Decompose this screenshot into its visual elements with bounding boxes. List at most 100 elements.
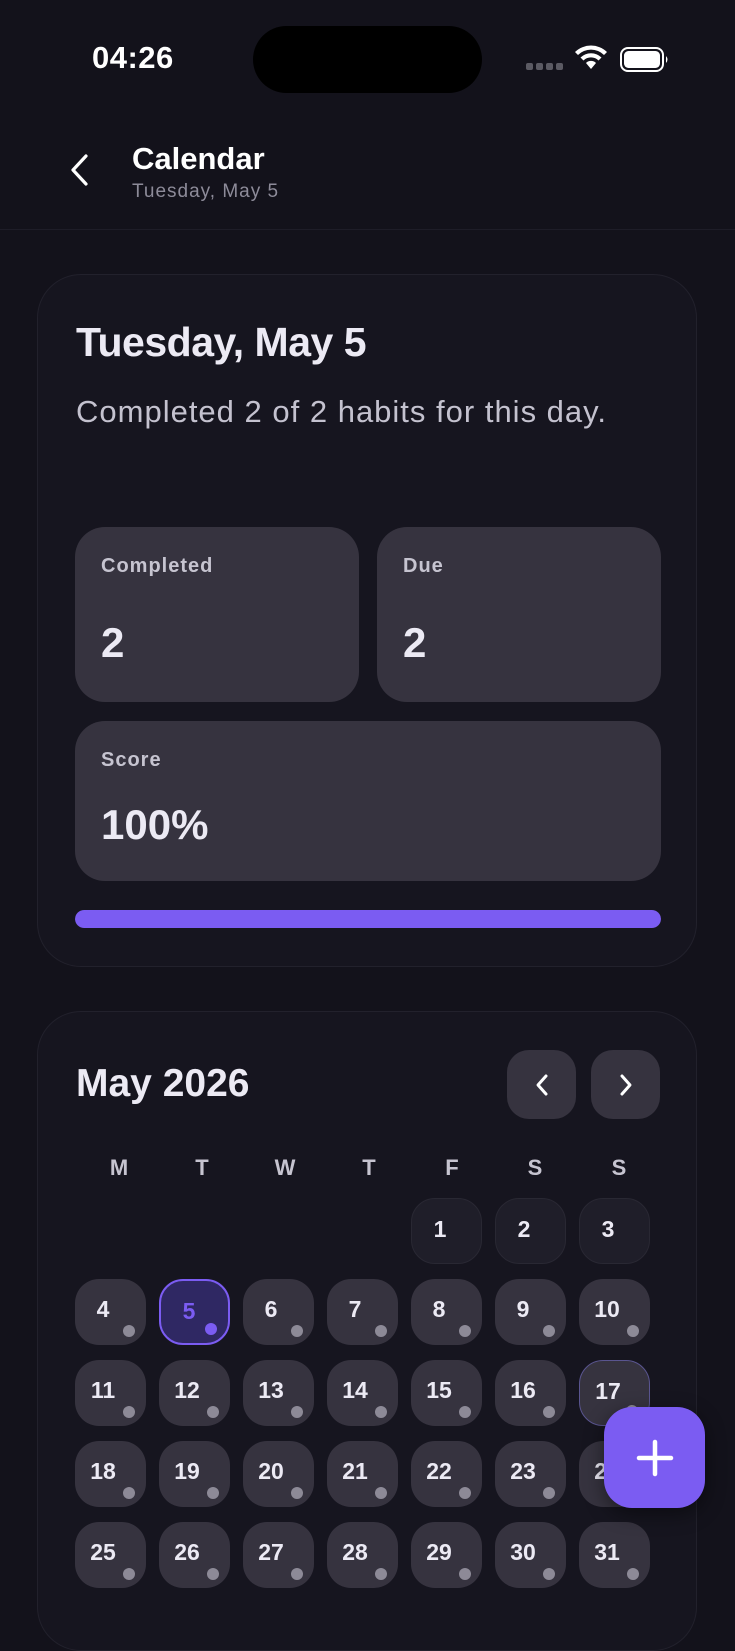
- weekday-header: M: [109, 1155, 129, 1180]
- month-title: May 2026: [76, 1062, 250, 1105]
- calendar-day-number: 9: [516, 1296, 530, 1322]
- calendar-day[interactable]: 8: [411, 1279, 482, 1345]
- completed-label: Completed: [101, 555, 214, 577]
- calendar-day-number: 19: [174, 1458, 200, 1484]
- score-stat-tile: Score 100%: [75, 721, 661, 881]
- day-status-dot: [543, 1406, 555, 1418]
- calendar-day[interactable]: 28: [327, 1522, 398, 1588]
- day-status-dot: [123, 1325, 135, 1337]
- plus-icon: [636, 1439, 673, 1476]
- calendar-day-number: 15: [426, 1377, 452, 1403]
- day-status-dot: [627, 1325, 639, 1337]
- status-bar: 04:26: [0, 0, 735, 115]
- calendar-day[interactable]: 1: [411, 1198, 482, 1264]
- calendar-day-number: 4: [96, 1296, 110, 1322]
- calendar-day[interactable]: 7: [327, 1279, 398, 1345]
- completed-value: 2: [101, 619, 125, 666]
- chevron-right-icon: [620, 1074, 631, 1095]
- next-month-button[interactable]: [591, 1050, 660, 1119]
- day-status-dot: [627, 1568, 639, 1580]
- weekday-header: F: [445, 1155, 459, 1180]
- calendar-day[interactable]: 14: [327, 1360, 398, 1426]
- calendar-day[interactable]: 26: [159, 1522, 230, 1588]
- calendar-day[interactable]: 2: [495, 1198, 566, 1264]
- previous-month-button[interactable]: [507, 1050, 576, 1119]
- calendar-day[interactable]: 20: [243, 1441, 314, 1507]
- score-label: Score: [101, 749, 162, 771]
- day-status-dot: [459, 1568, 471, 1580]
- back-button[interactable]: [56, 145, 102, 195]
- due-label: Due: [403, 555, 444, 577]
- calendar-day-number: 7: [348, 1296, 362, 1322]
- calendar-day-number: 29: [426, 1539, 452, 1565]
- calendar-day-number: 6: [264, 1296, 278, 1322]
- day-status-dot: [375, 1406, 387, 1418]
- calendar-day-number: 14: [342, 1377, 368, 1403]
- calendar-day[interactable]: 18: [75, 1441, 146, 1507]
- day-status-dot: [543, 1568, 555, 1580]
- cellular-signal-icon: [526, 63, 564, 71]
- day-summary-title: Tuesday, May 5: [76, 319, 367, 365]
- chevron-left-icon: [71, 154, 88, 186]
- day-status-dot: [207, 1487, 219, 1499]
- calendar-day-number: 21: [342, 1458, 368, 1484]
- calendar-day[interactable]: 15: [411, 1360, 482, 1426]
- calendar-day-number: 27: [258, 1539, 284, 1565]
- calendar-day[interactable]: 21: [327, 1441, 398, 1507]
- calendar-day-number: 13: [258, 1377, 284, 1403]
- calendar-day[interactable]: 6: [243, 1279, 314, 1345]
- calendar-day-number: 26: [174, 1539, 200, 1565]
- day-status-dot: [375, 1487, 387, 1499]
- day-status-dot: [291, 1406, 303, 1418]
- calendar-day[interactable]: 10: [579, 1279, 650, 1345]
- day-status-dot: [207, 1406, 219, 1418]
- calendar-day[interactable]: 27: [243, 1522, 314, 1588]
- day-status-dot: [205, 1323, 217, 1335]
- day-status-dot: [543, 1325, 555, 1337]
- calendar-day[interactable]: 19: [159, 1441, 230, 1507]
- day-status-dot: [543, 1487, 555, 1499]
- calendar-day[interactable]: 12: [159, 1360, 230, 1426]
- day-status-dot: [459, 1406, 471, 1418]
- calendar-day-number: 22: [426, 1458, 452, 1484]
- calendar-day[interactable]: 29: [411, 1522, 482, 1588]
- battery-icon: [620, 47, 668, 72]
- calendar-day-number: 1: [433, 1216, 447, 1242]
- calendar-day-number: 20: [258, 1458, 284, 1484]
- calendar-day-number: 30: [510, 1539, 536, 1565]
- weekday-header: T: [195, 1155, 209, 1180]
- calendar-day-number: 3: [601, 1216, 615, 1242]
- calendar-day[interactable]: 13: [243, 1360, 314, 1426]
- calendar-day[interactable]: 22: [411, 1441, 482, 1507]
- calendar-day-number: 23: [510, 1458, 536, 1484]
- calendar-day[interactable]: 25: [75, 1522, 146, 1588]
- weekday-header: S: [611, 1155, 627, 1180]
- day-status-dot: [459, 1487, 471, 1499]
- due-stat-tile: Due 2: [377, 527, 661, 702]
- day-summary-description: Completed 2 of 2 habits for this day.: [76, 394, 607, 429]
- day-status-dot: [123, 1406, 135, 1418]
- calendar-day-number: 2: [517, 1216, 531, 1242]
- calendar-day[interactable]: 31: [579, 1522, 650, 1588]
- day-status-dot: [123, 1568, 135, 1580]
- calendar-day-number: 31: [594, 1539, 620, 1565]
- page-subtitle: Tuesday, May 5: [132, 181, 280, 202]
- calendar-day-number: 28: [342, 1539, 368, 1565]
- calendar-day[interactable]: 9: [495, 1279, 566, 1345]
- wifi-icon: [575, 45, 607, 69]
- weekday-header: T: [362, 1155, 376, 1180]
- calendar-day-number: 17: [595, 1378, 621, 1404]
- calendar-day-number: 11: [90, 1377, 116, 1403]
- calendar-day[interactable]: 3: [579, 1198, 650, 1264]
- calendar-day[interactable]: 11: [75, 1360, 146, 1426]
- calendar-day[interactable]: 4: [75, 1279, 146, 1345]
- calendar-day[interactable]: 30: [495, 1522, 566, 1588]
- due-value: 2: [403, 619, 427, 666]
- calendar-day[interactable]: 16: [495, 1360, 566, 1426]
- add-habit-button[interactable]: [604, 1407, 705, 1508]
- day-status-dot: [459, 1325, 471, 1337]
- calendar-day-number: 12: [174, 1377, 200, 1403]
- calendar-day-selected[interactable]: 5: [159, 1279, 230, 1345]
- calendar-day-number: 18: [90, 1458, 116, 1484]
- calendar-day[interactable]: 23: [495, 1441, 566, 1507]
